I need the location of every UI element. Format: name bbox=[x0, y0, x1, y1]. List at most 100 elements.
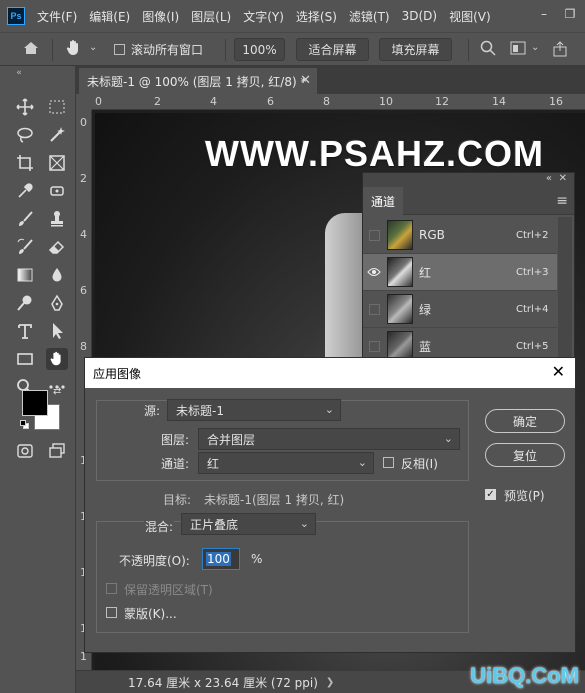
magic-wand-tool-icon[interactable] bbox=[46, 124, 68, 146]
channel-select[interactable]: 红 ⌄ bbox=[198, 452, 374, 474]
menu-filter[interactable]: 滤镜(T) bbox=[349, 8, 390, 25]
channel-row-rgb[interactable]: RGB Ctrl+2 bbox=[363, 217, 557, 254]
menu-3d[interactable]: 3D(D) bbox=[402, 9, 437, 23]
workspace-icon[interactable] bbox=[510, 41, 528, 64]
rectangle-tool-icon[interactable] bbox=[14, 348, 36, 370]
minimize-icon[interactable]: – bbox=[537, 7, 551, 21]
visibility-toggle[interactable] bbox=[363, 217, 385, 254]
preserve-transparency-checkbox[interactable] bbox=[106, 583, 117, 594]
ruler-tick-label: 8 bbox=[323, 95, 330, 108]
gradient-tool-icon[interactable] bbox=[14, 264, 36, 286]
search-icon[interactable] bbox=[480, 40, 498, 63]
site-watermark-logo: UiBQ.CoM bbox=[470, 663, 579, 688]
ruler-tick-label: 2 bbox=[80, 172, 87, 185]
share-icon[interactable] bbox=[552, 41, 570, 64]
opacity-label: 不透明度(O): bbox=[119, 554, 190, 568]
menu-view[interactable]: 视图(V) bbox=[449, 8, 491, 25]
fit-screen-button[interactable]: 适合屏幕 bbox=[296, 38, 369, 61]
workspace-chevron-icon[interactable]: ⌄ bbox=[531, 42, 539, 65]
source-select[interactable]: 未标题-1 ⌄ bbox=[167, 399, 341, 421]
dialog-title-bar: 应用图像 ✕ bbox=[85, 358, 575, 388]
blur-tool-icon[interactable] bbox=[46, 264, 68, 286]
ruler-tick-label: 8 bbox=[80, 340, 87, 353]
ruler-tick-label: 12 bbox=[435, 95, 449, 108]
document-tab-bar: 未标题-1 @ 100% (图层 1 拷贝, 红/8) * ✕ bbox=[76, 66, 585, 94]
options-bar: ⌄ 滚动所有窗口 100% 适合屏幕 填充屏幕 ⌄ bbox=[0, 32, 585, 66]
path-selection-tool-icon[interactable] bbox=[46, 320, 68, 342]
chevron-down-icon: ⌄ bbox=[299, 517, 309, 530]
menu-image[interactable]: 图像(I) bbox=[142, 8, 179, 25]
eye-icon[interactable] bbox=[363, 254, 385, 291]
opacity-input[interactable]: 100 bbox=[202, 548, 240, 570]
blending-mode-select[interactable]: 正片叠底 ⌄ bbox=[181, 513, 316, 535]
ruler-tick-label: 16 bbox=[549, 95, 563, 108]
horizontal-ruler[interactable]: 0 2 4 6 8 10 12 14 16 bbox=[92, 94, 585, 110]
invert-label: 反相(I) bbox=[401, 457, 438, 471]
lasso-tool-icon[interactable] bbox=[14, 124, 36, 146]
fill-screen-button[interactable]: 填充屏幕 bbox=[379, 38, 452, 61]
photoshop-logo-icon: Ps bbox=[7, 7, 25, 25]
close-tab-icon[interactable]: ✕ bbox=[300, 73, 311, 88]
marquee-tool-icon[interactable] bbox=[46, 96, 68, 118]
menu-edit[interactable]: 编辑(E) bbox=[89, 8, 130, 25]
menu-type[interactable]: 文字(Y) bbox=[243, 8, 284, 25]
menu-file[interactable]: 文件(F) bbox=[37, 8, 77, 25]
type-tool-icon[interactable] bbox=[14, 320, 36, 342]
frame-tool-icon[interactable] bbox=[46, 152, 68, 174]
screen-mode-icon[interactable] bbox=[46, 440, 68, 462]
collapse-toolbar-icon[interactable]: « bbox=[8, 66, 30, 80]
clone-stamp-tool-icon[interactable] bbox=[46, 208, 68, 230]
close-icon[interactable]: ✕ bbox=[552, 364, 565, 380]
menu-select[interactable]: 选择(S) bbox=[296, 8, 337, 25]
hand-tool-icon[interactable] bbox=[64, 38, 86, 61]
move-tool-icon[interactable] bbox=[14, 96, 36, 118]
eraser-tool-icon[interactable] bbox=[46, 236, 68, 258]
eyedropper-tool-icon[interactable] bbox=[14, 180, 36, 202]
ruler-tick-label: 10 bbox=[379, 95, 393, 108]
ruler-tick-label: 0 bbox=[95, 95, 102, 108]
panel-scrollbar[interactable] bbox=[558, 217, 572, 362]
chevron-right-icon[interactable]: ❯ bbox=[326, 677, 334, 688]
tab-channels[interactable]: 通道 bbox=[363, 187, 403, 215]
channel-name: RGB bbox=[419, 228, 445, 242]
channel-row-green[interactable]: 绿 Ctrl+4 bbox=[363, 291, 557, 328]
preview-label: 预览(P) bbox=[504, 489, 545, 503]
pen-tool-icon[interactable] bbox=[46, 292, 68, 314]
crop-tool-icon[interactable] bbox=[14, 152, 36, 174]
ruler-origin[interactable] bbox=[76, 94, 92, 110]
channel-row-red[interactable]: 红 Ctrl+3 bbox=[363, 254, 557, 291]
preview-checkbox[interactable]: ✓ bbox=[485, 489, 496, 500]
ruler-tick-label: 4 bbox=[210, 95, 217, 108]
dodge-tool-icon[interactable] bbox=[14, 292, 36, 314]
restore-icon[interactable]: ❐ bbox=[563, 7, 577, 21]
channel-shortcut: Ctrl+2 bbox=[516, 229, 549, 241]
channel-thumbnail bbox=[387, 294, 413, 324]
target-value: 未标题-1(图层 1 拷贝, 红) bbox=[204, 493, 345, 507]
spot-healing-tool-icon[interactable] bbox=[46, 180, 68, 202]
zoom-level-button[interactable]: 100% bbox=[234, 38, 285, 61]
visibility-toggle[interactable] bbox=[363, 291, 385, 328]
swap-colors-icon[interactable]: ⇄ bbox=[53, 386, 61, 397]
history-brush-tool-icon[interactable] bbox=[14, 236, 36, 258]
layer-select[interactable]: 合并图层 ⌄ bbox=[198, 428, 460, 450]
reset-button[interactable]: 复位 bbox=[485, 443, 565, 467]
home-icon[interactable] bbox=[22, 39, 42, 62]
default-colors-icon[interactable] bbox=[20, 420, 29, 429]
chevron-down-icon[interactable]: ⌄ bbox=[89, 42, 97, 65]
close-panel-icon[interactable]: ✕ bbox=[559, 173, 567, 184]
mask-checkbox[interactable] bbox=[106, 607, 117, 618]
scroll-all-windows-checkbox[interactable] bbox=[114, 44, 125, 55]
quick-mask-icon[interactable] bbox=[14, 440, 36, 462]
ok-button[interactable]: 确定 bbox=[485, 409, 565, 433]
brush-tool-icon[interactable] bbox=[14, 208, 36, 230]
channel-thumbnail bbox=[387, 257, 413, 287]
foreground-color-swatch[interactable] bbox=[22, 390, 48, 416]
invert-checkbox[interactable] bbox=[383, 457, 394, 468]
document-tab[interactable]: 未标题-1 @ 100% (图层 1 拷贝, 红/8) * ✕ bbox=[79, 68, 317, 94]
panel-menu-icon[interactable]: ≡ bbox=[556, 193, 568, 209]
channels-panel: « ✕ 通道 ≡ RGB Ctrl+2 红 Ctrl+3 绿 Ctrl+4 蓝 … bbox=[362, 172, 575, 365]
collapse-panel-icon[interactable]: « bbox=[546, 173, 552, 184]
menu-bar: Ps 文件(F) 编辑(E) 图像(I) 图层(L) 文字(Y) 选择(S) 滤… bbox=[0, 0, 585, 32]
menu-layer[interactable]: 图层(L) bbox=[191, 8, 231, 25]
hand-tool-icon[interactable] bbox=[46, 348, 68, 370]
